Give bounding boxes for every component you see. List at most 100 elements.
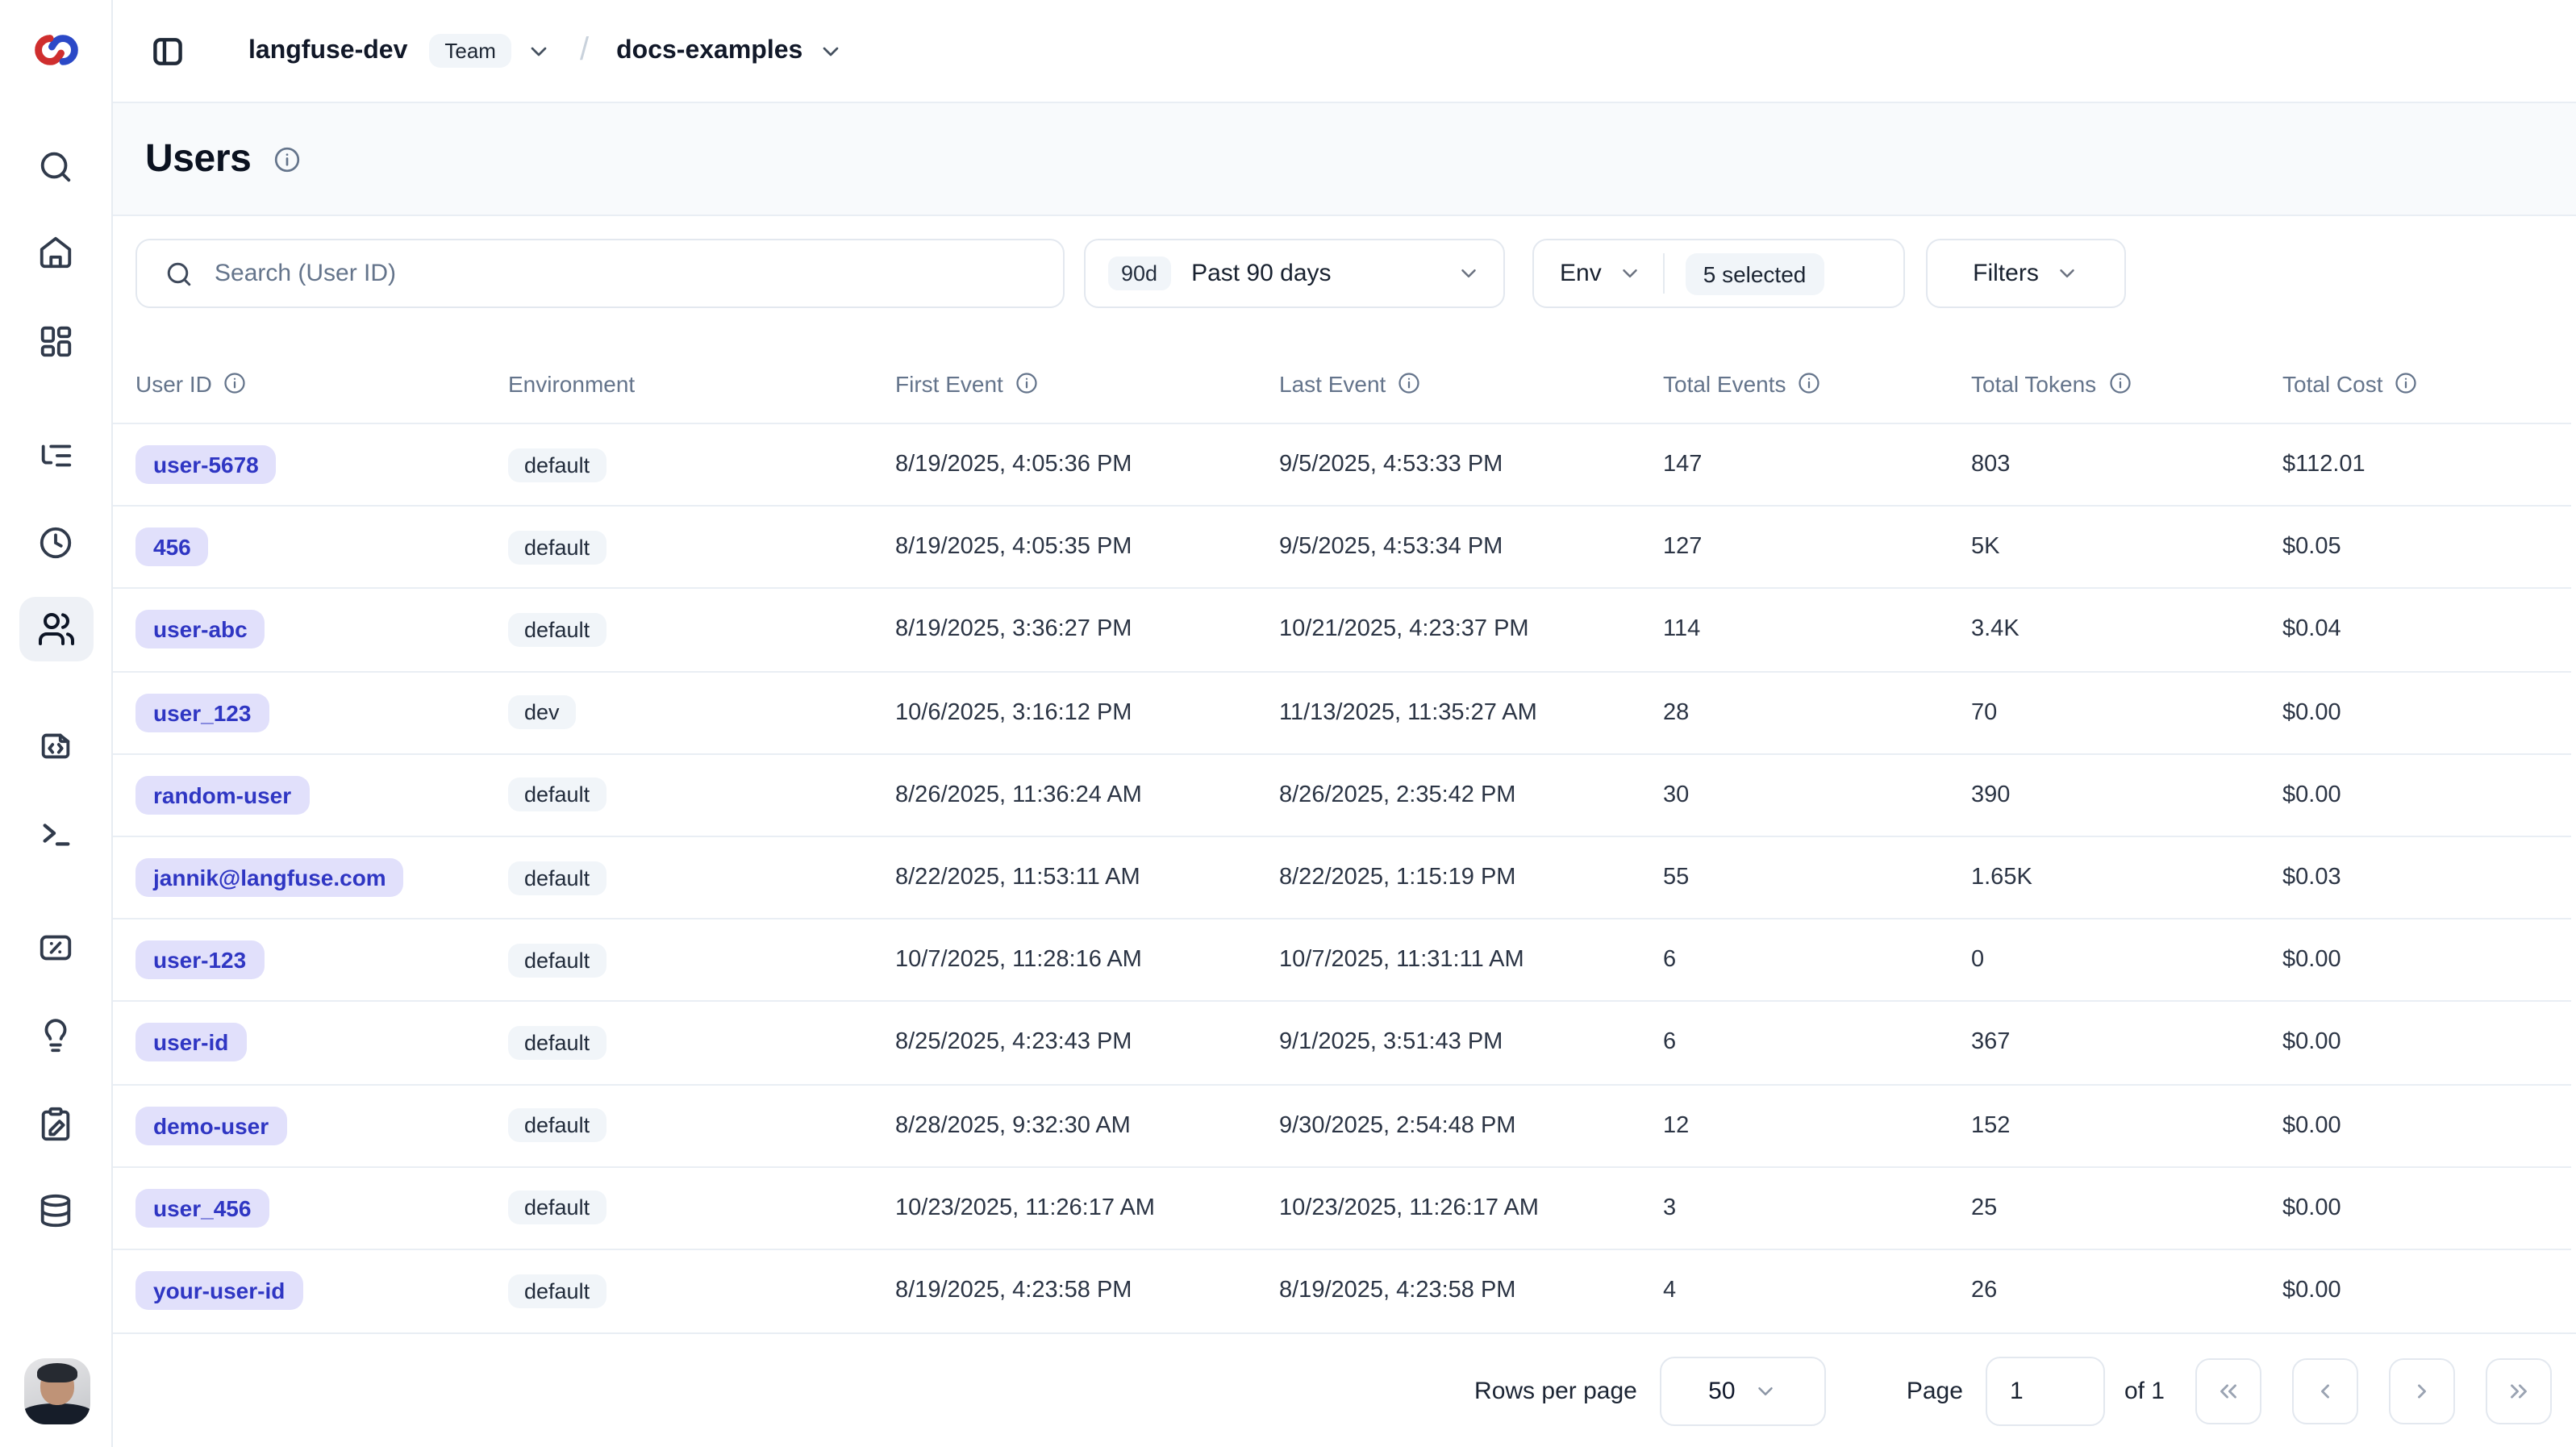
org-dropdown-button[interactable] [527, 38, 552, 64]
clock-icon [37, 523, 74, 561]
cell-environment: default [508, 1191, 895, 1225]
user-id-badge[interactable]: user-id [135, 1024, 246, 1062]
environment-badge: default [508, 1108, 606, 1142]
cell-total-tokens: 3.4K [1971, 617, 2282, 643]
table-row[interactable]: user-iddefault8/25/2025, 4:23:43 PM9/1/2… [113, 1003, 2571, 1085]
user-id-badge[interactable]: demo-user [135, 1106, 286, 1145]
table-row[interactable]: user-abc default 8/19/2025, 3:36:27 PM10/2… [113, 590, 2571, 672]
user-id-badge[interactable]: 456 [135, 528, 209, 567]
table-header-row: User IDEnvironmentFirst EventLast EventT… [113, 344, 2571, 424]
user-id-badge[interactable]: user-123 [135, 940, 264, 979]
user-avatar[interactable] [24, 1358, 90, 1424]
cell-total-events: 6 [1663, 1030, 1971, 1056]
cell-total-tokens: 803 [1971, 452, 2282, 477]
cell-environment: default [508, 531, 895, 565]
rows-per-page-select[interactable]: 50 [1660, 1356, 1826, 1425]
cell-total-events: 114 [1663, 617, 1971, 643]
environment-badge: default [508, 1026, 606, 1060]
project-dropdown-button[interactable] [817, 38, 843, 64]
environment-filter-button[interactable]: Env 5 selected [1532, 239, 1905, 308]
info-icon [2395, 371, 2419, 395]
cell-total-cost: $0.00 [2282, 1112, 2571, 1138]
rows-per-page-value: 50 [1708, 1377, 1735, 1404]
cell-first-event: 10/6/2025, 3:16:12 PM [895, 699, 1279, 725]
topbar: langfuse-dev Team / docs-examples [113, 0, 2576, 103]
sidebar-item-annotation[interactable] [19, 1003, 93, 1068]
breadcrumb-project[interactable]: docs-examples [616, 36, 802, 65]
cell-first-event: 8/22/2025, 11:53:11 AM [895, 865, 1279, 890]
cell-environment: default [508, 943, 895, 977]
info-icon [2107, 371, 2132, 395]
rows-per-page-label: Rows per page [1474, 1377, 1637, 1404]
lightbulb-icon [37, 1017, 74, 1054]
chevron-left-icon [2311, 1377, 2339, 1404]
user-id-badge[interactable]: your-user-id [135, 1272, 302, 1311]
previous-page-button[interactable] [2292, 1357, 2358, 1424]
cell-total-events: 3 [1663, 1195, 1971, 1221]
sidebar-item-dashboards[interactable] [19, 308, 93, 373]
last-page-button[interactable] [2486, 1357, 2552, 1424]
environment-badge: default [508, 778, 606, 812]
sidebar-item-sessions[interactable] [19, 510, 93, 574]
avatar-hair [37, 1363, 77, 1382]
cell-total-tokens: 367 [1971, 1030, 2282, 1056]
search-input[interactable] [215, 260, 1040, 287]
date-range-label: Past 90 days [1191, 260, 1331, 287]
chevron-right-icon [2408, 1377, 2436, 1404]
sidebar-item-home[interactable] [19, 219, 93, 284]
cell-environment: default [508, 613, 895, 647]
user-id-badge[interactable]: user-5678 [135, 445, 277, 484]
sidebar-item-prompts[interactable] [19, 713, 93, 778]
user-id-badge[interactable]: user_123 [135, 693, 269, 732]
cell-environment: default [508, 1274, 895, 1308]
cell-total-events: 30 [1663, 782, 1971, 808]
environment-badge: default [508, 448, 606, 482]
chevron-down-icon [2055, 261, 2079, 286]
table-row[interactable]: user-123default10/7/2025, 11:28:16 AM10/… [113, 919, 2571, 1002]
cell-first-event: 8/19/2025, 4:23:58 PM [895, 1278, 1279, 1304]
chevron-down-icon [527, 38, 552, 64]
info-icon [1798, 371, 1822, 395]
breadcrumb-organization[interactable]: langfuse-dev [248, 36, 407, 65]
cell-last-event: 8/22/2025, 1:15:19 PM [1279, 865, 1663, 890]
table-row[interactable]: your-user-iddefault8/19/2025, 4:23:58 PM… [113, 1250, 2571, 1332]
table-row[interactable]: user_123dev10/6/2025, 3:16:12 PM11/13/20… [113, 672, 2571, 754]
sidebar-item-datasets[interactable] [19, 1178, 93, 1242]
date-range-button[interactable]: 90d Past 90 days [1084, 239, 1505, 308]
sidebar-item-evaluation[interactable] [19, 1090, 93, 1155]
cell-environment: default [508, 448, 895, 482]
user-id-badge[interactable]: user-abc [135, 611, 265, 649]
sidebar-item-scores[interactable] [19, 915, 93, 979]
sidebar-item-tracing[interactable] [19, 423, 93, 487]
divider [1663, 253, 1665, 294]
environment-badge: default [508, 613, 606, 647]
cell-first-event: 8/19/2025, 3:36:27 PM [895, 617, 1279, 643]
user-id-badge[interactable]: user_456 [135, 1189, 269, 1228]
table-row[interactable]: user-5678default8/19/2025, 4:05:36 PM9/5… [113, 424, 2571, 507]
filters-button[interactable]: Filters [1926, 239, 2126, 308]
table-row[interactable]: user_456default10/23/2025, 11:26:17 AM10… [113, 1167, 2571, 1249]
next-page-button[interactable] [2389, 1357, 2455, 1424]
cell-total-cost: $112.01 [2282, 452, 2571, 477]
sidebar-item-users[interactable] [19, 597, 93, 661]
sidebar-item-playground[interactable] [19, 800, 93, 865]
cell-total-cost: $0.00 [2282, 1278, 2571, 1304]
cell-last-event: 8/19/2025, 4:23:58 PM [1279, 1278, 1663, 1304]
search-icon [37, 148, 74, 185]
cell-total-cost: $0.00 [2282, 947, 2571, 973]
sidebar-item-search[interactable] [19, 134, 93, 198]
user-id-badge[interactable]: random-user [135, 776, 309, 815]
page-number-input[interactable] [1986, 1356, 2105, 1425]
table-row[interactable]: demo-userdefault8/28/2025, 9:32:30 AM9/3… [113, 1085, 2571, 1167]
sidebar-toggle-button[interactable] [150, 33, 185, 69]
user-id-badge[interactable]: jannik@langfuse.com [135, 858, 404, 897]
cell-environment: default [508, 861, 895, 894]
table-row[interactable]: jannik@langfuse.com default8/22/2025, 11:… [113, 837, 2571, 919]
first-page-button[interactable] [2195, 1357, 2261, 1424]
page-title-info-icon[interactable] [272, 144, 301, 173]
table-row[interactable]: 456default8/19/2025, 4:05:35 PM9/5/2025,… [113, 507, 2571, 589]
users-icon [36, 610, 75, 648]
cell-last-event: 10/21/2025, 4:23:37 PM [1279, 617, 1663, 643]
table-row[interactable]: random-userdefault8/26/2025, 11:36:24 AM… [113, 755, 2571, 837]
search-icon [165, 259, 194, 288]
